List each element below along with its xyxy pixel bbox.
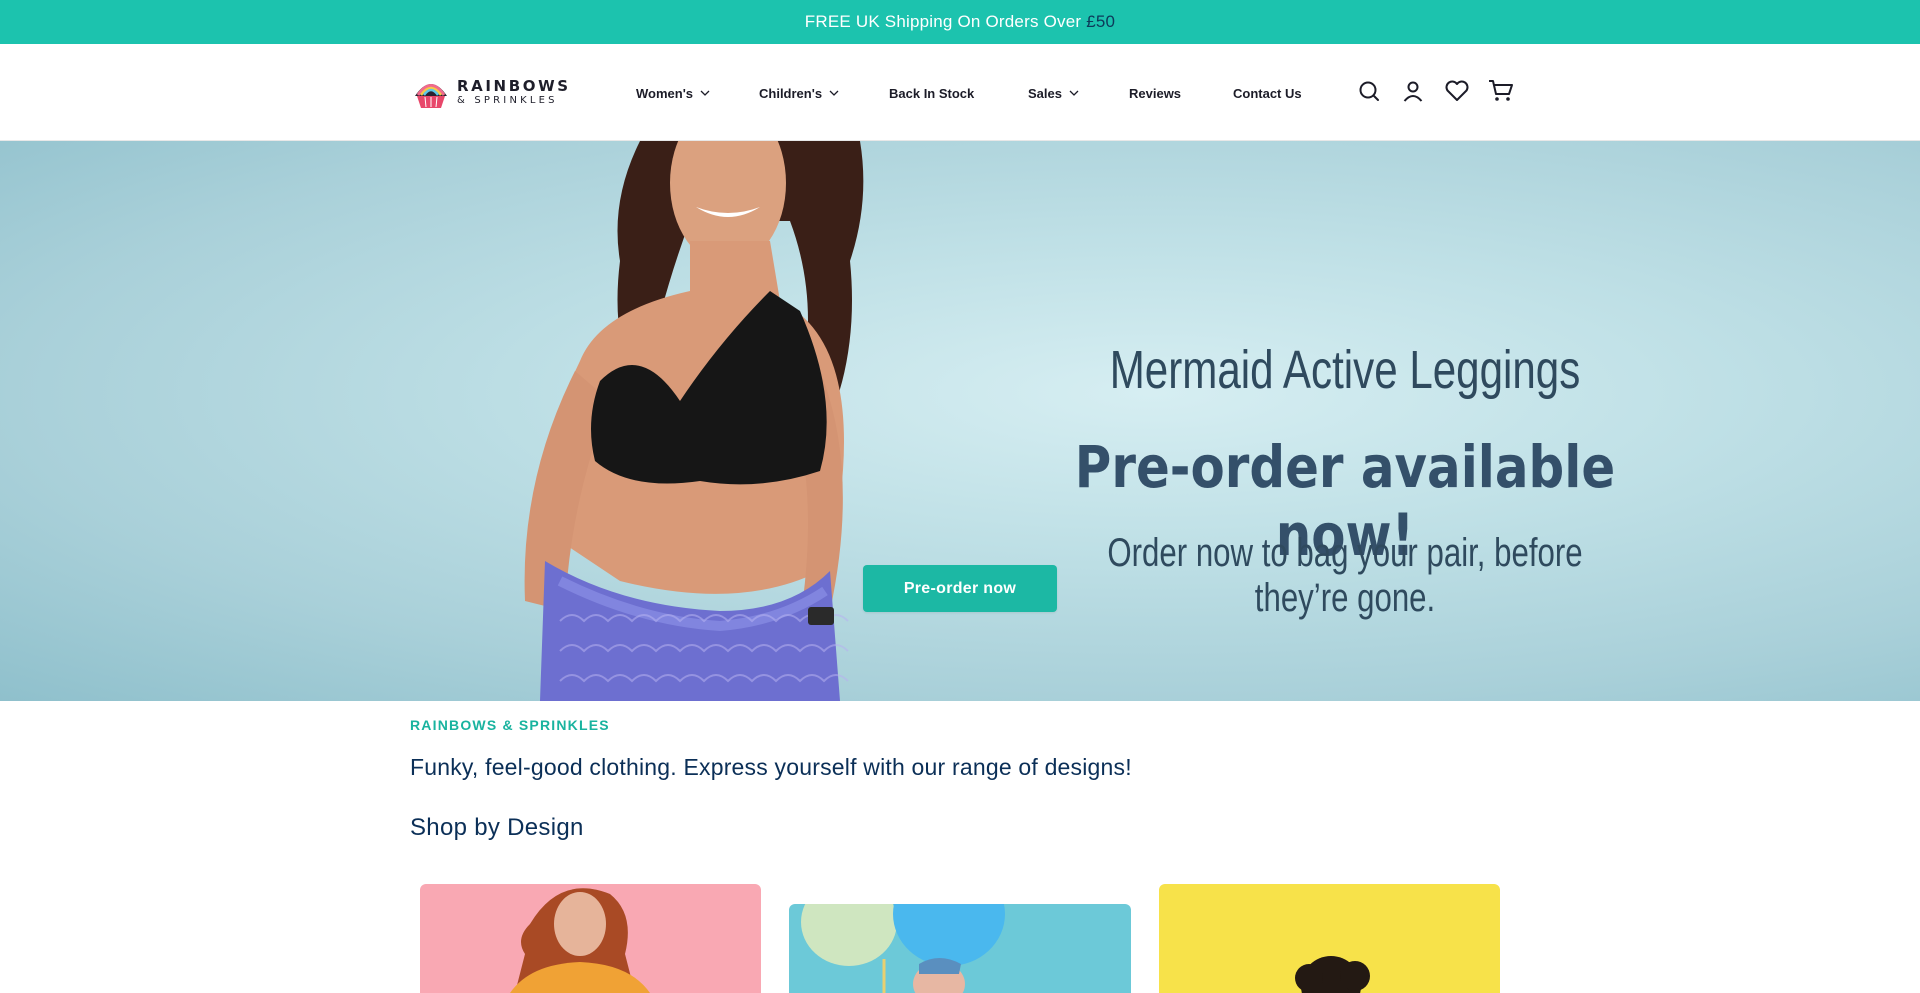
nav-label: Back In Stock bbox=[889, 85, 975, 101]
chevron-down-icon bbox=[829, 90, 839, 96]
chevron-down-icon bbox=[700, 90, 710, 96]
nav-item-reviews[interactable]: Reviews bbox=[1129, 82, 1181, 104]
cart-icon bbox=[1489, 80, 1513, 101]
nav-label: Contact Us bbox=[1233, 85, 1302, 101]
nav-item-childrens[interactable]: Children's bbox=[759, 82, 840, 104]
brand-eyebrow: RAINBOWS & SPRINKLES bbox=[410, 717, 610, 733]
nav-label: Sales bbox=[1028, 85, 1062, 101]
pre-order-button[interactable]: Pre-order now bbox=[863, 565, 1057, 612]
design-card-photo bbox=[1295, 956, 1370, 993]
announcement-bar: FREE UK Shipping On Orders Over £50 bbox=[0, 0, 1920, 44]
search-button[interactable] bbox=[1356, 78, 1382, 104]
nav-label: Women's bbox=[636, 85, 694, 101]
nav-item-sales[interactable]: Sales bbox=[1028, 82, 1080, 104]
nav-label: Children's bbox=[759, 85, 823, 101]
nav-item-womens[interactable]: Women's bbox=[636, 82, 711, 104]
account-button[interactable] bbox=[1400, 78, 1426, 104]
header-icons bbox=[1356, 78, 1514, 104]
design-card[interactable] bbox=[420, 884, 761, 993]
chevron-down-icon bbox=[1069, 90, 1079, 96]
account-icon bbox=[1403, 81, 1423, 102]
heart-icon bbox=[1445, 80, 1469, 101]
search-icon bbox=[1359, 81, 1379, 101]
hero-title: Mermaid Active Leggings bbox=[1109, 340, 1581, 400]
announcement-amount: £50 bbox=[1086, 12, 1116, 31]
shop-by-design-heading: Shop by Design bbox=[410, 814, 584, 841]
brand-tagline: Funky, feel-good clothing. Express yours… bbox=[410, 754, 1132, 780]
design-card[interactable] bbox=[1159, 884, 1500, 993]
cart-button[interactable] bbox=[1488, 78, 1514, 104]
wishlist-button[interactable] bbox=[1444, 78, 1470, 104]
announcement-text: FREE UK Shipping On Orders Over bbox=[804, 12, 1082, 31]
nav-item-contact-us[interactable]: Contact Us bbox=[1233, 82, 1302, 104]
design-card-photo bbox=[801, 904, 1005, 993]
hero-body: Order now to bag your pair, before they’… bbox=[1107, 531, 1583, 620]
site-header: RAINBOWS & SPRINKLES Women's Children's … bbox=[0, 44, 1920, 141]
hero-banner: Mermaid Active Leggings Pre-order availa… bbox=[0, 141, 1920, 701]
main-nav: Women's Children's Back In Stock Sales R… bbox=[0, 44, 1920, 141]
hero-model-photo bbox=[524, 141, 864, 701]
design-card-photo bbox=[510, 888, 650, 993]
nav-item-back-in-stock[interactable]: Back In Stock bbox=[889, 82, 974, 104]
nav-label: Reviews bbox=[1129, 85, 1182, 101]
design-card[interactable] bbox=[789, 904, 1131, 993]
